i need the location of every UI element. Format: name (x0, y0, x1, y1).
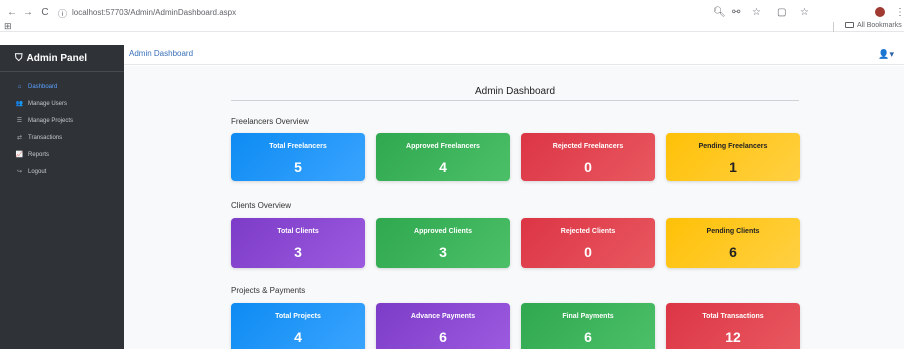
exchange-icon: ⇄ (16, 135, 23, 141)
stat-card-value: 4 (439, 159, 447, 175)
stat-card-total-projects[interactable]: Total Projects 4 (231, 303, 365, 349)
stat-card-total-transactions[interactable]: Total Transactions 12 (666, 303, 800, 349)
sidebar-item-label: Reports (28, 151, 50, 158)
stat-card-rejected-clients[interactable]: Rejected Clients 0 (521, 218, 655, 268)
stat-card-approved-clients[interactable]: Approved Clients 3 (376, 218, 510, 268)
stat-card-rejected-freelancers[interactable]: Rejected Freelancers 0 (521, 133, 655, 181)
home-icon: ⌂ (17, 83, 22, 90)
stat-card-pending-freelancers[interactable]: Pending Freelancers 1 (666, 133, 800, 181)
folder-icon (845, 22, 854, 28)
stat-card-label: Pending Clients (706, 228, 760, 235)
shield-icon: ⛉ (15, 52, 23, 64)
stat-card-label: Total Freelancers (269, 143, 327, 150)
stat-card-value: 3 (439, 244, 447, 260)
apps-icon[interactable]: ⊞ (4, 21, 12, 32)
title-divider (231, 100, 799, 101)
stat-card-value: 3 (294, 244, 302, 260)
stat-card-total-clients[interactable]: Total Clients 3 (231, 218, 365, 268)
bookmark-star-icon[interactable]: ☆ (752, 7, 761, 18)
stat-card-label: Total Transactions (702, 313, 764, 320)
top-navbar: Admin Dashboard 👤▾ (124, 45, 904, 65)
main-content: Admin Dashboard Freelancers Overview Tot… (124, 66, 904, 349)
stat-card-label: Total Projects (275, 313, 321, 320)
stat-card-value: 6 (584, 329, 592, 345)
users-icon: 👥 (15, 101, 24, 107)
user-menu-icon[interactable]: 👤▾ (878, 49, 894, 60)
stat-card-label: Advance Payments (410, 313, 476, 320)
address-bar[interactable]: localhost:57703/Admin/AdminDashboard.asp… (72, 8, 236, 17)
sidebar-item-label: Logout (28, 168, 47, 175)
sidebar: ⛉ Admin Panel ⌂ Dashboard 👥 Manage Users… (0, 45, 124, 349)
sidebar-nav: ⌂ Dashboard 👥 Manage Users ☰ Manage Proj… (0, 72, 124, 180)
extensions-icon[interactable]: ▢ (777, 7, 786, 18)
brand-title: Admin Panel (26, 52, 88, 64)
menu-kebab-icon[interactable]: ⋮ (895, 7, 904, 18)
stat-card-label: Total Clients (277, 228, 319, 235)
sidebar-item-transactions[interactable]: ⇄ Transactions (0, 129, 124, 146)
sidebar-item-logout[interactable]: ↪ Logout (0, 163, 124, 180)
all-bookmarks-label: All Bookmarks (857, 22, 902, 29)
stat-card-label: Pending Freelancers (698, 143, 768, 150)
section-title: Clients Overview (231, 201, 292, 210)
stat-card-label: Rejected Freelancers (552, 143, 624, 150)
stat-card-label: Rejected Clients (560, 228, 616, 235)
sidebar-item-label: Manage Projects (28, 117, 74, 124)
breadcrumb[interactable]: Admin Dashboard (129, 49, 193, 58)
stat-card-value: 12 (725, 329, 741, 345)
sidebar-item-reports[interactable]: 📈 Reports (0, 146, 124, 163)
page-title: Admin Dashboard (474, 86, 556, 97)
sidebar-item-label: Transactions (28, 134, 63, 141)
forward-icon[interactable]: → (22, 7, 34, 18)
stat-card-value: 1 (729, 159, 737, 175)
browser-toolbar: ← → C ⓘ localhost:57703/Admin/AdminDashb… (0, 0, 904, 32)
sidebar-item-manage-users[interactable]: 👥 Manage Users (0, 95, 124, 112)
stat-card-label: Final Payments (562, 313, 614, 320)
sidebar-item-manage-projects[interactable]: ☰ Manage Projects (0, 112, 124, 129)
stat-card-pending-clients[interactable]: Pending Clients 6 (666, 218, 800, 268)
stat-card-label: Approved Freelancers (406, 143, 480, 150)
zoom-icon[interactable]: 🔍︎ (713, 7, 726, 18)
stat-card-total-freelancers[interactable]: Total Freelancers 5 (231, 133, 365, 181)
stat-card-value: 6 (729, 244, 737, 260)
profile-avatar-icon[interactable] (875, 7, 885, 17)
stat-card-approved-freelancers[interactable]: Approved Freelancers 4 (376, 133, 510, 181)
stat-card-advance-payments[interactable]: Advance Payments 6 (376, 303, 510, 349)
stat-card-value: 0 (584, 244, 592, 260)
section-title: Projects & Payments (231, 286, 306, 295)
chart-icon: 📈 (15, 152, 24, 158)
stat-card-value: 4 (294, 329, 302, 345)
site-info-icon[interactable]: ⓘ (58, 7, 67, 20)
sidebar-item-dashboard[interactable]: ⌂ Dashboard (0, 78, 124, 95)
stat-card-value: 0 (584, 159, 592, 175)
reload-icon[interactable]: C (39, 7, 51, 18)
sidebar-item-label: Manage Users (28, 100, 68, 107)
stat-card-value: 5 (294, 159, 302, 175)
stat-card-final-payments[interactable]: Final Payments 6 (521, 303, 655, 349)
logout-icon: ↪ (16, 169, 23, 175)
bookmarks-manager-icon[interactable]: ☆ (800, 7, 809, 18)
list-icon: ☰ (16, 118, 23, 124)
translate-icon[interactable]: ⚯ (732, 7, 740, 18)
section-title: Freelancers Overview (231, 117, 309, 126)
bookmarks-divider (833, 22, 834, 32)
stat-card-label: Approved Clients (414, 228, 472, 235)
stat-card-value: 6 (439, 329, 447, 345)
all-bookmarks-button[interactable]: All Bookmarks (845, 22, 902, 29)
brand: ⛉ Admin Panel (0, 45, 124, 72)
back-icon[interactable]: ← (6, 7, 18, 18)
sidebar-item-label: Dashboard (28, 83, 58, 90)
